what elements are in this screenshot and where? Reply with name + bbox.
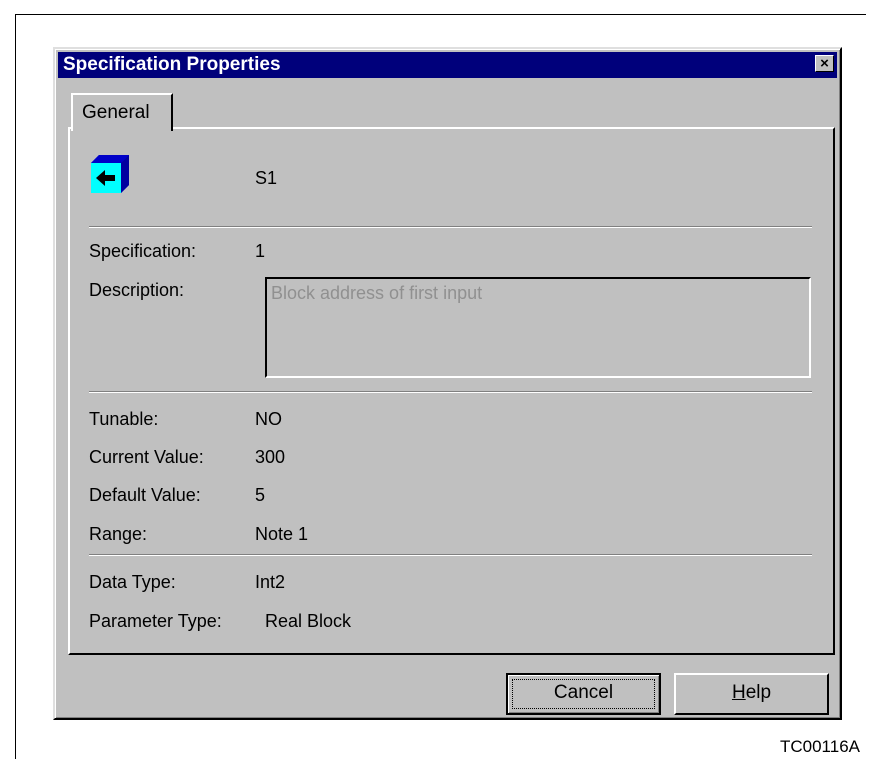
parameter-type-value: Real Block — [265, 611, 352, 631]
tab-general[interactable]: General — [71, 93, 173, 131]
description-field[interactable]: Block address of first input — [265, 277, 811, 378]
description-value: Block address of first input — [271, 283, 483, 303]
help-button[interactable]: Help — [674, 673, 829, 715]
current-value: 300 — [255, 447, 286, 467]
specification-properties-dialog: Specification Properties × General S1 Sp… — [53, 47, 842, 720]
data-type-value: Int2 — [255, 572, 286, 592]
help-button-label: elp — [745, 682, 772, 703]
cancel-button[interactable]: Cancel — [506, 673, 661, 715]
dialog-title: Specification Properties — [63, 54, 281, 75]
tunable-label: Tunable: — [89, 409, 159, 429]
default-value-label: Default Value: — [89, 485, 201, 505]
description-label: Description: — [89, 280, 185, 300]
help-mnemonic: H — [731, 682, 746, 703]
tunable-value: NO — [255, 409, 282, 429]
default-value: 5 — [255, 485, 266, 505]
focus-rect — [512, 679, 655, 709]
close-button[interactable]: × — [815, 55, 834, 72]
close-icon: × — [820, 55, 829, 72]
spec-name: S1 — [255, 168, 278, 188]
separator — [89, 554, 812, 556]
specification-label: Specification: — [89, 241, 197, 261]
title-bar[interactable]: Specification Properties × — [58, 52, 837, 78]
current-value-label: Current Value: — [89, 447, 204, 467]
figure-caption: TC00116A — [779, 737, 860, 756]
input-block-icon — [91, 155, 129, 193]
parameter-type-label: Parameter Type: — [89, 611, 222, 631]
separator — [89, 391, 812, 393]
separator — [89, 226, 812, 228]
range-label: Range: — [89, 524, 148, 544]
tab-general-label: General — [82, 102, 150, 123]
data-type-label: Data Type: — [89, 572, 176, 592]
specification-value: 1 — [255, 241, 266, 261]
range-value: Note 1 — [255, 524, 309, 544]
